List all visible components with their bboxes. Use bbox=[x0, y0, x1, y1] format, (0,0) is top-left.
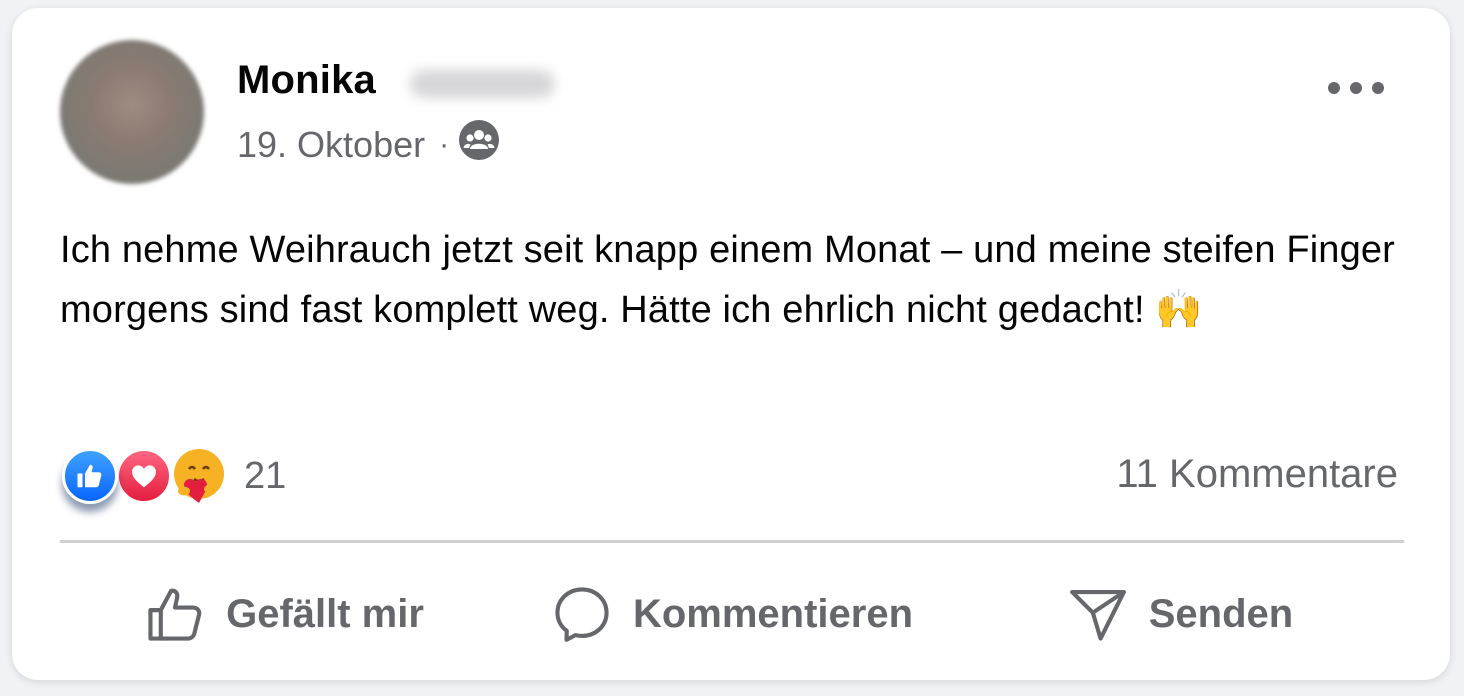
divider bbox=[60, 540, 1404, 543]
more-dot-icon bbox=[1372, 82, 1384, 94]
more-dot-icon bbox=[1328, 82, 1340, 94]
thumbs-up-icon bbox=[148, 588, 202, 641]
like-button[interactable]: Gefällt mir bbox=[60, 564, 508, 664]
comment-button[interactable]: Kommentieren bbox=[508, 564, 956, 664]
reaction-count: 21 bbox=[244, 454, 287, 497]
more-options-button[interactable] bbox=[1328, 72, 1384, 104]
action-bar: Gefällt mir Kommentieren Senden bbox=[60, 564, 1404, 664]
comment-bubble-icon bbox=[555, 587, 609, 642]
author-name[interactable]: Monika bbox=[237, 58, 376, 103]
send-icon bbox=[1069, 589, 1126, 641]
author-surname-blurred bbox=[410, 70, 555, 98]
reactions-summary[interactable]: 21 bbox=[62, 446, 286, 506]
more-dot-icon bbox=[1350, 82, 1362, 94]
post-date[interactable]: 19. Oktober bbox=[237, 124, 425, 166]
send-button[interactable]: Senden bbox=[956, 564, 1404, 664]
send-label: Senden bbox=[1148, 591, 1294, 636]
author-avatar[interactable] bbox=[60, 40, 204, 184]
love-reaction-icon bbox=[116, 448, 172, 504]
meta-separator: · bbox=[439, 127, 450, 161]
group-icon[interactable] bbox=[459, 120, 500, 169]
comment-label: Kommentieren bbox=[632, 591, 914, 636]
post-meta: 19. Oktober · bbox=[237, 120, 500, 169]
comments-count-link[interactable]: 11 Kommentare bbox=[1116, 452, 1398, 497]
post-text: Ich nehme Weihrauch jetzt seit knapp ein… bbox=[60, 229, 1395, 331]
post-card: Monika 19. Oktober · Ich nehme Weihrauch… bbox=[12, 8, 1450, 680]
care-reaction-icon bbox=[170, 447, 228, 505]
like-label: Gefällt mir bbox=[226, 591, 424, 636]
like-reaction-icon bbox=[62, 448, 118, 504]
